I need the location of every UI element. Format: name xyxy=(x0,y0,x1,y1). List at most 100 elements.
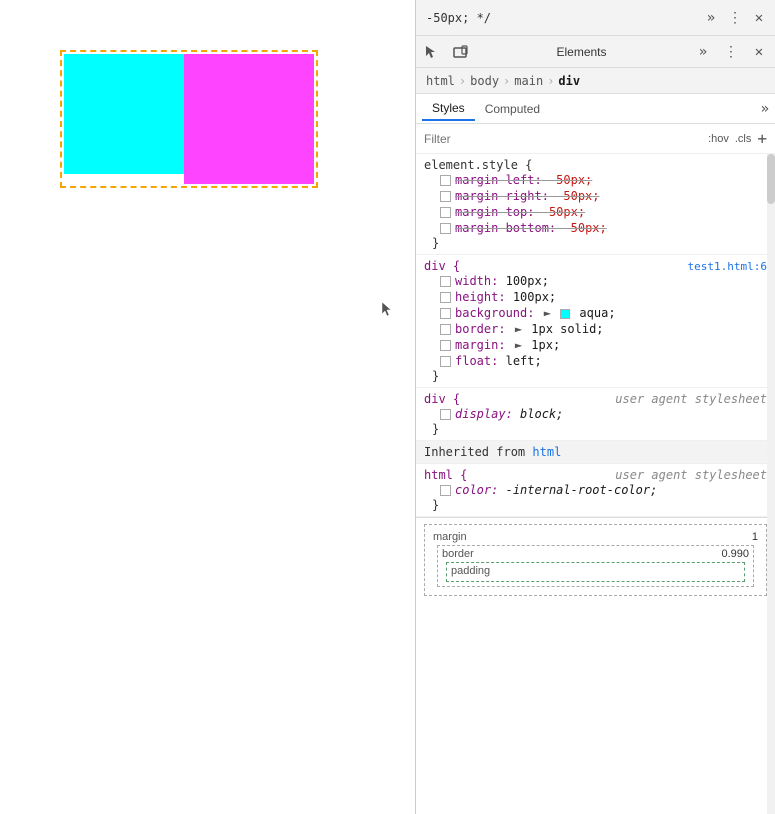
color-checkbox[interactable] xyxy=(440,485,451,496)
margin-left-checkbox[interactable] xyxy=(440,175,451,186)
height-prop: height: 100px; xyxy=(455,290,556,304)
padding-value-display xyxy=(737,565,740,577)
div-ua-close: } xyxy=(424,422,767,436)
border-name: border: xyxy=(455,322,506,336)
background-name: background: xyxy=(455,306,534,320)
height-value: 100px; xyxy=(513,290,556,304)
padding-box: padding xyxy=(446,562,745,582)
expand-margin-icon[interactable]: ► xyxy=(515,338,522,352)
margin-row: margin 1 xyxy=(433,531,758,543)
float-line: float: left; xyxy=(424,353,767,369)
width-line: width: 100px; xyxy=(424,273,767,289)
div-ua-comment: user agent stylesheet xyxy=(615,392,767,406)
width-value: 100px; xyxy=(506,274,549,288)
breadcrumb-main[interactable]: main xyxy=(514,74,543,88)
margin-top-checkbox[interactable] xyxy=(440,207,451,218)
breadcrumb-sep-3: › xyxy=(547,74,554,88)
float-value: left; xyxy=(506,354,542,368)
margin-prop-name: margin: xyxy=(455,338,506,352)
preview-content xyxy=(60,50,318,188)
code-snippet-topbar: -50px; */ xyxy=(422,11,697,25)
background-checkbox[interactable] xyxy=(440,308,451,319)
html-ua-comment: user agent stylesheet xyxy=(615,468,767,482)
devtools-scrollbar-thumb[interactable] xyxy=(767,154,775,204)
margin-right-prop: margin-right: -50px; xyxy=(455,189,600,203)
tab-more-icon[interactable]: » xyxy=(761,101,769,117)
div-ua-selector: div { user agent stylesheet xyxy=(424,392,767,406)
tab-styles[interactable]: Styles xyxy=(422,97,475,121)
inherited-header: Inherited from html xyxy=(416,441,775,464)
margin-bottom-checkbox[interactable] xyxy=(440,223,451,234)
margin-left-prop: margin-left: -50px; xyxy=(455,173,592,187)
styles-content: element.style { margin-left: -50px; marg… xyxy=(416,154,775,814)
cyan-element xyxy=(64,54,184,174)
breadcrumb-html[interactable]: html xyxy=(426,74,455,88)
filter-cls-button[interactable]: .cls xyxy=(735,133,752,145)
float-prop: float: left; xyxy=(455,354,542,368)
div-selector-text: div { xyxy=(424,259,460,273)
display-name: display: xyxy=(455,407,513,421)
margin-top-prop: margin-top: -50px; xyxy=(455,205,585,219)
margin-right-value: -50px; xyxy=(556,189,599,203)
expand-background-icon[interactable]: ► xyxy=(544,306,551,320)
kebab-menu-icon[interactable]: ⋮ xyxy=(725,8,745,28)
div-ua-selector-text: div { xyxy=(424,392,460,406)
margin-value-display: 1 xyxy=(752,531,758,543)
color-prop-value: -internal-root-color; xyxy=(506,483,658,497)
breadcrumb-sep-2: › xyxy=(503,74,510,88)
background-value: aqua; xyxy=(579,306,615,320)
padding-label: padding xyxy=(451,565,490,577)
border-label: border xyxy=(442,548,474,560)
margin-bottom-prop: margin-bottom: -50px; xyxy=(455,221,607,235)
styles-computed-tabs: Styles Computed » xyxy=(416,94,775,124)
border-line: border: ► 1px solid; xyxy=(424,321,767,337)
close-icon[interactable]: ✕ xyxy=(749,8,769,28)
float-name: float: xyxy=(455,354,498,368)
breadcrumb-div[interactable]: div xyxy=(558,74,580,88)
page-preview xyxy=(0,0,415,814)
margin-left-line: margin-left: -50px; xyxy=(424,172,767,188)
more-panels-icon[interactable]: » xyxy=(701,8,721,28)
tab-computed[interactable]: Computed xyxy=(475,98,550,120)
border-row: border 0.990 xyxy=(442,548,749,560)
filter-input[interactable] xyxy=(424,132,702,146)
inspect-cursor-icon[interactable] xyxy=(422,42,442,62)
float-checkbox[interactable] xyxy=(440,356,451,367)
div-rule: div { test1.html:6 width: 100px; height:… xyxy=(416,255,775,388)
margin-checkbox[interactable] xyxy=(440,340,451,351)
margin-label: margin xyxy=(433,531,467,543)
border-checkbox[interactable] xyxy=(440,324,451,335)
filter-hov-button[interactable]: :hov xyxy=(708,133,729,145)
margin-line: margin: ► 1px; xyxy=(424,337,767,353)
margin-bottom-line: margin-bottom: -50px; xyxy=(424,220,767,236)
margin-right-name: margin-right: xyxy=(455,189,549,203)
div-rule-source[interactable]: test1.html:6 xyxy=(688,260,767,273)
breadcrumb-body[interactable]: body xyxy=(470,74,499,88)
inherited-html-link[interactable]: html xyxy=(532,445,561,459)
color-prop-name: color: xyxy=(455,483,498,497)
breadcrumb-bar: html › body › main › div xyxy=(416,68,775,94)
border-box: border 0.990 padding xyxy=(437,545,754,587)
width-checkbox[interactable] xyxy=(440,276,451,287)
color-swatch-aqua[interactable] xyxy=(560,309,570,319)
color-line: color: -internal-root-color; xyxy=(424,482,767,498)
border-value-display: 0.990 xyxy=(721,548,749,560)
html-ua-selector: html { user agent stylesheet xyxy=(424,468,767,482)
devtools-panel: -50px; */ » ⋮ ✕ Elements » ⋮ ✕ html › bo… xyxy=(415,0,775,814)
margin-top-line: margin-top: -50px; xyxy=(424,204,767,220)
element-style-selector: element.style { xyxy=(424,158,767,172)
more-tabs-icon[interactable]: » xyxy=(693,42,713,62)
devtools-menu-icon[interactable]: ⋮ xyxy=(721,42,741,62)
filter-bar: :hov .cls + xyxy=(416,124,775,154)
height-checkbox[interactable] xyxy=(440,292,451,303)
devtools-close-icon[interactable]: ✕ xyxy=(749,42,769,62)
device-toggle-icon[interactable] xyxy=(450,42,470,62)
div-rule-selector: div { test1.html:6 xyxy=(424,259,767,273)
background-line: background: ► aqua; xyxy=(424,305,767,321)
margin-right-checkbox[interactable] xyxy=(440,191,451,202)
devtools-scrollbar[interactable] xyxy=(767,154,775,814)
display-line: display: block; xyxy=(424,406,767,422)
display-checkbox[interactable] xyxy=(440,409,451,420)
add-style-rule-button[interactable]: + xyxy=(757,129,767,148)
expand-border-icon[interactable]: ► xyxy=(515,322,522,336)
